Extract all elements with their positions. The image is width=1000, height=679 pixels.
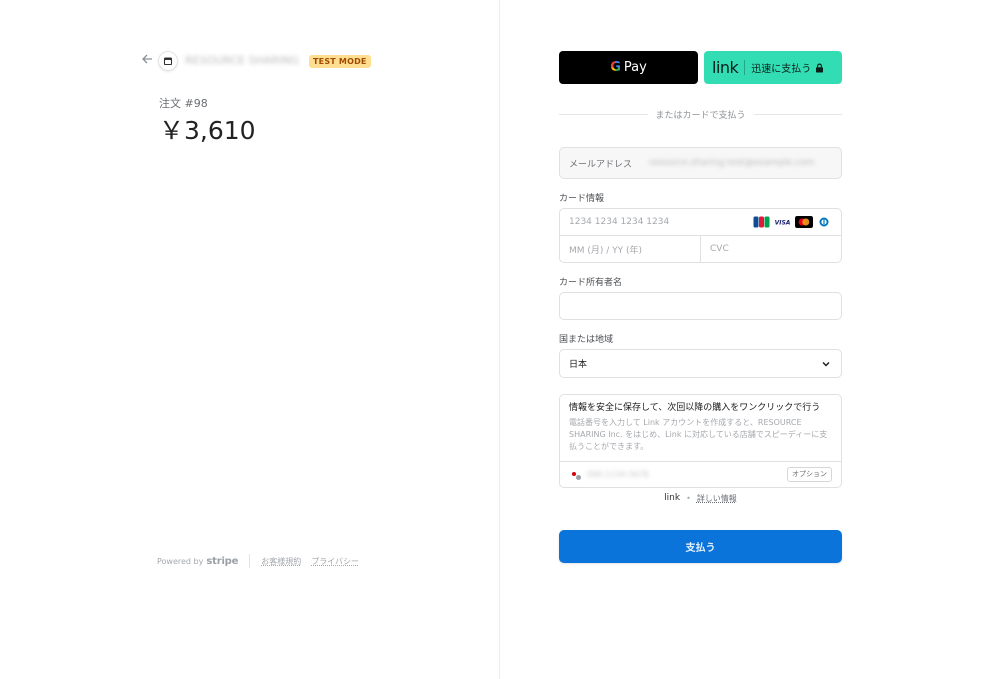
card-expiry-input[interactable]: MM (月) / YY (年) bbox=[560, 236, 701, 262]
link-logo-small: link bbox=[664, 493, 681, 503]
link-pay-label: 迅速に支払う bbox=[751, 64, 812, 75]
jcb-icon bbox=[753, 216, 770, 228]
order-amount: ￥3,610 bbox=[159, 116, 256, 145]
store-icon bbox=[158, 51, 178, 71]
svg-text:VISA: VISA bbox=[775, 220, 791, 227]
lock-icon bbox=[816, 63, 824, 72]
phone-number-input[interactable]: 090-1234-5678 オプション bbox=[560, 461, 841, 487]
page-footer: Powered by stripe お客様規約 プライバシー bbox=[157, 554, 369, 568]
mastercard-icon bbox=[795, 216, 813, 228]
pay-button[interactable]: 支払う bbox=[559, 530, 842, 563]
chevron-down-icon bbox=[822, 362, 830, 367]
cardholder-name-label: カード所有者名 bbox=[559, 278, 623, 288]
email-label: メールアドレス bbox=[569, 159, 633, 170]
card-info-label: カード情報 bbox=[559, 194, 605, 204]
stripe-logo: stripe bbox=[206, 555, 239, 567]
divider-text: またはカードで支払う bbox=[655, 110, 746, 121]
card-cvc-placeholder: CVC bbox=[710, 244, 729, 254]
phone-number-value: 090-1234-5678 bbox=[587, 470, 649, 479]
card-expiry-placeholder: MM (月) / YY (年) bbox=[569, 245, 643, 256]
link-learn-more-link[interactable]: 詳しい情報 bbox=[697, 493, 737, 504]
link-footer-separator: • bbox=[686, 493, 691, 503]
arrow-left-icon[interactable] bbox=[141, 53, 155, 69]
privacy-link[interactable]: プライバシー bbox=[311, 556, 359, 567]
order-label: 注文 #98 bbox=[159, 97, 208, 110]
japan-flag-icon[interactable] bbox=[570, 469, 581, 480]
email-value[interactable]: resource.sharing.test@example.com bbox=[649, 158, 834, 168]
terms-link[interactable]: お客様規約 bbox=[261, 556, 301, 567]
card-info-group: 1234 1234 1234 1234 VISA MM (月) / YY (年)… bbox=[559, 208, 842, 263]
link-button-divider bbox=[744, 60, 746, 75]
card-number-input[interactable]: 1234 1234 1234 1234 VISA bbox=[560, 209, 841, 236]
optional-badge: オプション bbox=[787, 467, 832, 482]
email-field[interactable]: メールアドレス resource.sharing.test@example.co… bbox=[559, 147, 842, 179]
link-info-footer: link • 詳しい情報 bbox=[559, 492, 842, 504]
save-info-description: 電話番号を入力して Link アカウントを作成すると、RESOURCE SHAR… bbox=[569, 418, 828, 451]
merchant-name[interactable]: RESOURCE SHARING Inc. bbox=[185, 55, 301, 67]
footer-divider bbox=[249, 554, 251, 568]
country-select[interactable]: 日本 bbox=[559, 349, 842, 378]
diners-icon bbox=[817, 216, 831, 228]
link-save-info-box: 情報を安全に保存して、次回以降の購入をワンクリックで行う 電話番号を入力して L… bbox=[559, 394, 842, 488]
card-number-placeholder: 1234 1234 1234 1234 bbox=[569, 217, 670, 227]
country-label: 国または地域 bbox=[559, 335, 614, 345]
powered-by-stripe[interactable]: Powered by stripe bbox=[157, 556, 238, 567]
google-pay-button[interactable]: G Pay bbox=[559, 51, 698, 84]
visa-icon: VISA bbox=[774, 216, 791, 228]
google-pay-label: Pay bbox=[623, 60, 647, 75]
test-mode-badge: TEST MODE bbox=[309, 55, 371, 68]
link-pay-button[interactable]: link 迅速に支払う bbox=[704, 51, 842, 84]
country-selected-value: 日本 bbox=[569, 360, 588, 370]
card-cvc-input[interactable]: CVC bbox=[701, 236, 841, 262]
divider-line-right bbox=[753, 113, 843, 115]
pay-with-card-divider: またはカードで支払う bbox=[559, 107, 843, 121]
powered-by-text: Powered by bbox=[157, 556, 204, 566]
cardholder-name-input[interactable] bbox=[559, 292, 842, 320]
order-summary-panel: RESOURCE SHARING Inc. TEST MODE 注文 #98 ￥… bbox=[0, 0, 500, 679]
link-logo: link bbox=[712, 58, 739, 77]
google-g-icon: G bbox=[610, 60, 621, 75]
divider-line-left bbox=[559, 113, 648, 115]
card-brands: VISA bbox=[753, 216, 831, 228]
save-info-title: 情報を安全に保存して、次回以降の購入をワンクリックで行う bbox=[569, 403, 821, 413]
